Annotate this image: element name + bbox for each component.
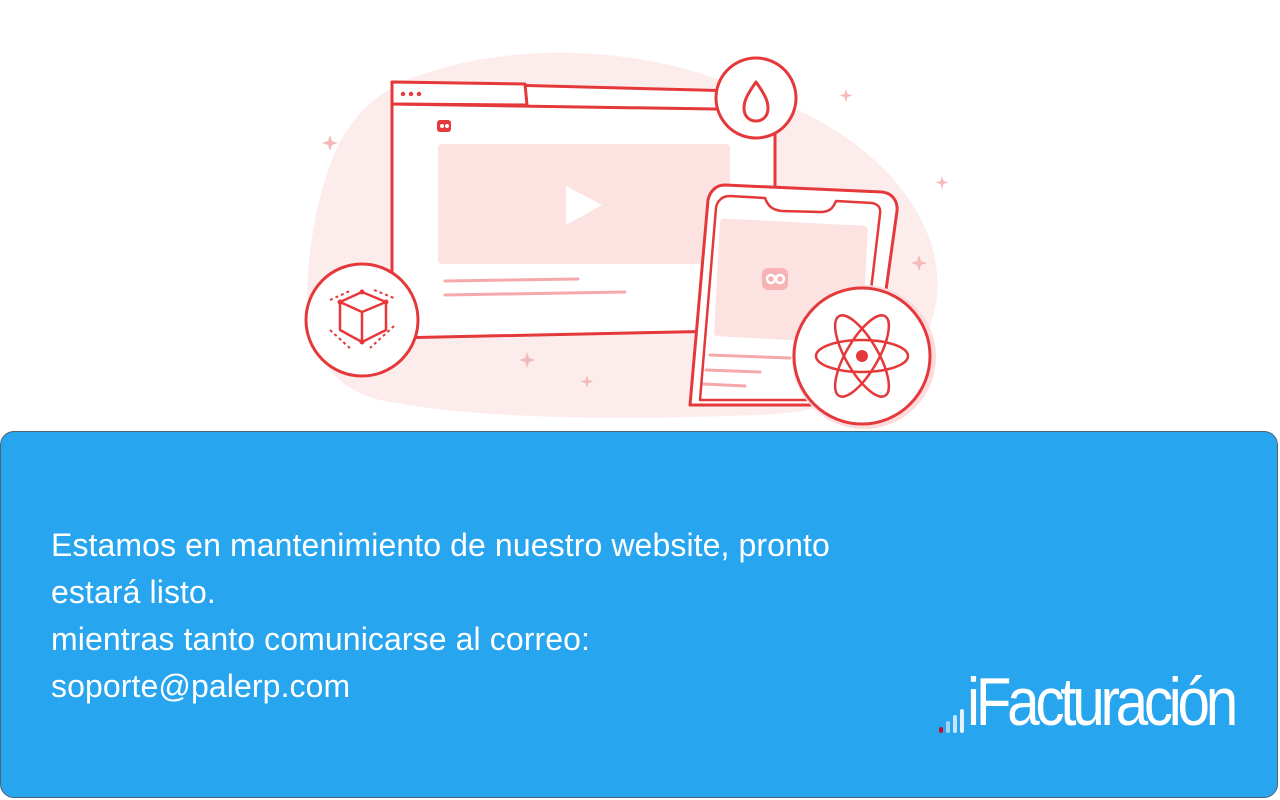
signal-bars-icon xyxy=(939,709,964,736)
maintenance-panel: Estamos en mantenimiento de nuestro webs… xyxy=(0,431,1278,798)
maintenance-message: Estamos en mantenimiento de nuestro webs… xyxy=(51,522,951,710)
maintenance-page: Estamos en mantenimiento de nuestro webs… xyxy=(0,0,1280,800)
drop-icon xyxy=(714,56,798,140)
brand-name: iFacturación xyxy=(967,664,1238,740)
message-line: Estamos en mantenimiento de nuestro webs… xyxy=(51,527,830,563)
message-line: estará listo. xyxy=(51,574,216,610)
cube-icon xyxy=(304,262,420,378)
message-line: mientras tanto comunicarse al correo: xyxy=(51,621,591,657)
atom-icon xyxy=(792,285,936,429)
support-email: soporte@palerp.com xyxy=(51,668,351,704)
maintenance-illustration xyxy=(304,52,949,429)
brand-logo: iFacturación xyxy=(939,664,1277,736)
